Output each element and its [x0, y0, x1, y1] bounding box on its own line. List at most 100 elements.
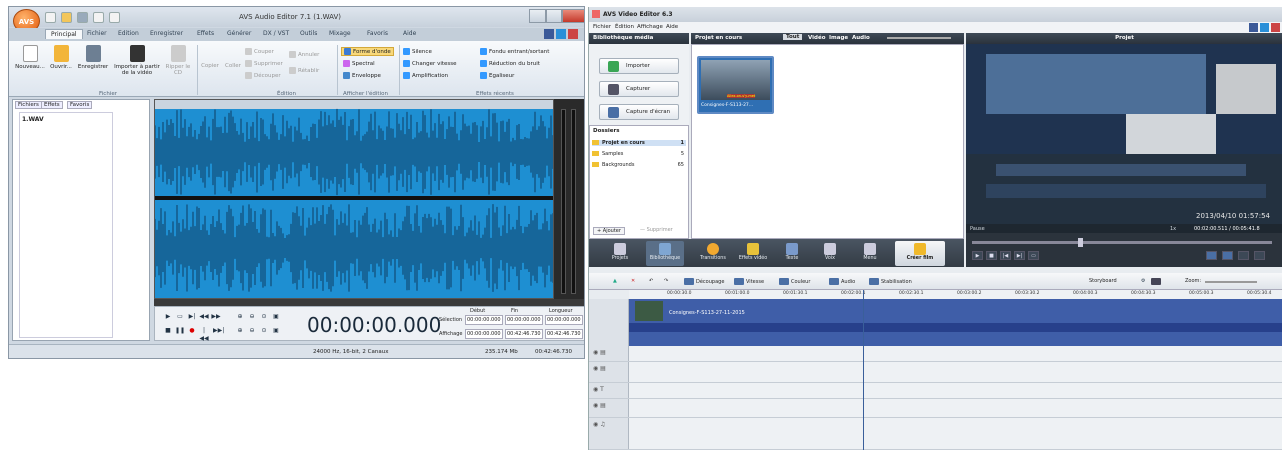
tab-effects[interactable]: Effets — [41, 101, 63, 109]
copy-button[interactable]: Copier — [199, 63, 221, 69]
timeline-playhead[interactable] — [863, 290, 864, 450]
redo-icon[interactable]: ↷ — [664, 278, 668, 284]
selection-start-field[interactable]: 00:00:00.000 — [465, 315, 503, 325]
add-folder-button[interactable]: + Ajouter — [593, 227, 625, 235]
import-button[interactable]: Importer — [599, 58, 679, 74]
zoom-slider[interactable] — [1205, 281, 1257, 283]
seek-handle[interactable] — [1078, 238, 1083, 247]
add-track-icon[interactable]: ▲ — [613, 278, 617, 284]
noise-reduction-button[interactable]: Réduction du bruit — [480, 60, 540, 67]
undo-icon[interactable] — [93, 12, 104, 23]
vzoom-in-icon[interactable]: ⊕ — [235, 327, 245, 335]
menu-affichage[interactable]: Affichage — [637, 24, 663, 30]
selection-end-field[interactable]: 00:00:00.000 — [505, 315, 543, 325]
folder-item[interactable]: Samples 5 — [592, 151, 686, 157]
rewind-button[interactable]: ◀◀ — [199, 313, 209, 321]
cut-button[interactable]: Couper — [245, 48, 274, 55]
loop-button[interactable]: ▭ — [175, 313, 185, 321]
tab-outils[interactable]: Outils — [300, 30, 317, 37]
play-to-end-button[interactable]: ▶| — [187, 313, 197, 321]
save-button[interactable]: Enregistrer — [76, 45, 110, 70]
file-item[interactable]: 1.WAV — [22, 116, 44, 123]
display-length-field[interactable]: 00:42:46.730 — [545, 329, 583, 339]
overlay-track[interactable]: ◉ ▤ — [589, 362, 1282, 383]
filter-all[interactable]: Tout — [783, 34, 803, 40]
tab-edition[interactable]: Edition — [118, 30, 139, 37]
video-preview[interactable]: 2013/04/10 01:57:54 — [966, 44, 1282, 224]
filter-audio[interactable]: Audio — [852, 35, 870, 41]
waveform-view-button[interactable]: Forme d'onde — [341, 47, 394, 56]
remove-folder-button[interactable]: — Supprimer — [640, 227, 673, 233]
snapshot-icon[interactable] — [1238, 251, 1249, 260]
import-from-video-button[interactable]: Importer à partir de la vidéo — [112, 45, 162, 76]
new-button[interactable]: Nouveau... — [15, 45, 45, 70]
thumb-size-slider[interactable] — [887, 37, 951, 39]
play-button[interactable]: ▶ — [163, 313, 173, 321]
next-frame-button[interactable]: ▶| — [1014, 251, 1025, 260]
tab-favoris[interactable]: Favoris — [367, 30, 388, 37]
capture-button[interactable]: Capturer — [599, 81, 679, 97]
tab-enregistrer[interactable]: Enregistrer — [150, 30, 183, 37]
filter-image[interactable]: Image — [829, 35, 848, 41]
selection-length-field[interactable]: 00:00:00.000 — [545, 315, 583, 325]
tab-principal[interactable]: Principal — [45, 29, 83, 39]
audio-button[interactable]: Audio — [829, 278, 855, 285]
save-icon[interactable] — [77, 12, 88, 23]
library-button[interactable]: Bibliothèque — [646, 241, 684, 266]
menu-edition[interactable]: Édition — [615, 24, 634, 30]
facebook-icon[interactable] — [544, 29, 554, 39]
facebook-icon[interactable] — [1249, 23, 1258, 32]
twitter-icon[interactable] — [556, 29, 566, 39]
menu-button[interactable]: Menu — [851, 241, 889, 266]
maximize-button[interactable] — [546, 9, 562, 23]
twitter-icon[interactable] — [1260, 23, 1269, 32]
youtube-icon[interactable] — [568, 29, 578, 39]
tab-files[interactable]: Fichiers — [15, 101, 42, 109]
open-button[interactable]: Ouvrir... — [47, 45, 75, 70]
tab-favorites[interactable]: Favoris — [67, 101, 93, 109]
tab-fichier[interactable]: Fichier — [87, 30, 107, 37]
settings-icon[interactable]: ⚙ — [1141, 278, 1145, 284]
stop-button[interactable]: ■ — [163, 327, 173, 335]
redo-icon[interactable] — [109, 12, 120, 23]
tab-dx-vst[interactable]: DX / VST — [263, 30, 289, 37]
voice-track[interactable]: ◉ ▤ — [589, 399, 1282, 418]
amplification-button[interactable]: Amplification — [403, 72, 448, 79]
vzoom-sel-icon[interactable]: ⊙ — [259, 327, 269, 335]
menu-aide[interactable]: Aide — [666, 24, 678, 30]
projects-button[interactable]: Projets — [601, 241, 639, 266]
fast-forward-button[interactable]: ▶▶ — [211, 313, 221, 321]
open-folder-icon[interactable] — [61, 12, 72, 23]
display-end-field[interactable]: 00:42:46.730 — [505, 329, 543, 339]
fullscreen-button[interactable]: ▭ — [1028, 251, 1039, 260]
text-track[interactable]: ◉ T — [589, 383, 1282, 399]
screen-capture-button[interactable]: Capture d'écran — [599, 104, 679, 120]
effects-track[interactable]: ◉ ▤ — [589, 346, 1282, 362]
display-icon[interactable] — [1151, 278, 1163, 285]
vzoom-out-icon[interactable]: ⊖ — [247, 327, 257, 335]
spectral-view-button[interactable]: Spectral — [343, 60, 375, 67]
undo-icon[interactable]: ↶ — [649, 278, 653, 284]
tab-effets[interactable]: Effets — [197, 30, 214, 37]
record-button[interactable]: ● — [187, 327, 197, 335]
go-end-button[interactable]: ▶▶| — [213, 327, 224, 335]
stop-button[interactable]: ■ — [986, 251, 997, 260]
new-file-icon[interactable] — [45, 12, 56, 23]
rip-cd-button[interactable]: Ripper le CD — [165, 45, 191, 76]
minimize-button[interactable] — [529, 9, 546, 23]
pause-button[interactable]: ❚❚ — [175, 327, 185, 335]
stabilization-button[interactable]: Stabilisation — [869, 278, 912, 285]
fade-in-out-button[interactable]: Fondu entrant/sortant — [480, 48, 549, 55]
filter-video[interactable]: Vidéo — [808, 35, 826, 41]
split-icon[interactable] — [1222, 251, 1233, 260]
go-start-button[interactable]: |◀◀ — [199, 327, 209, 342]
tab-generer[interactable]: Générer — [227, 30, 251, 37]
paste-button[interactable]: Coller — [223, 63, 243, 69]
volume-icon[interactable] — [1254, 251, 1265, 260]
equalizer-button[interactable]: Egaliseur — [480, 72, 514, 79]
folder-item[interactable]: Backgrounds 65 — [592, 162, 686, 168]
youtube-icon[interactable] — [1271, 23, 1280, 32]
change-speed-button[interactable]: Changer vitesse — [403, 60, 457, 67]
media-thumbnail[interactable]: Allez-on-s'y-met Consignes-F-S113-27... — [697, 56, 774, 114]
clip-label[interactable]: Consignes-F-S113-27-11-2015 — [669, 310, 745, 316]
